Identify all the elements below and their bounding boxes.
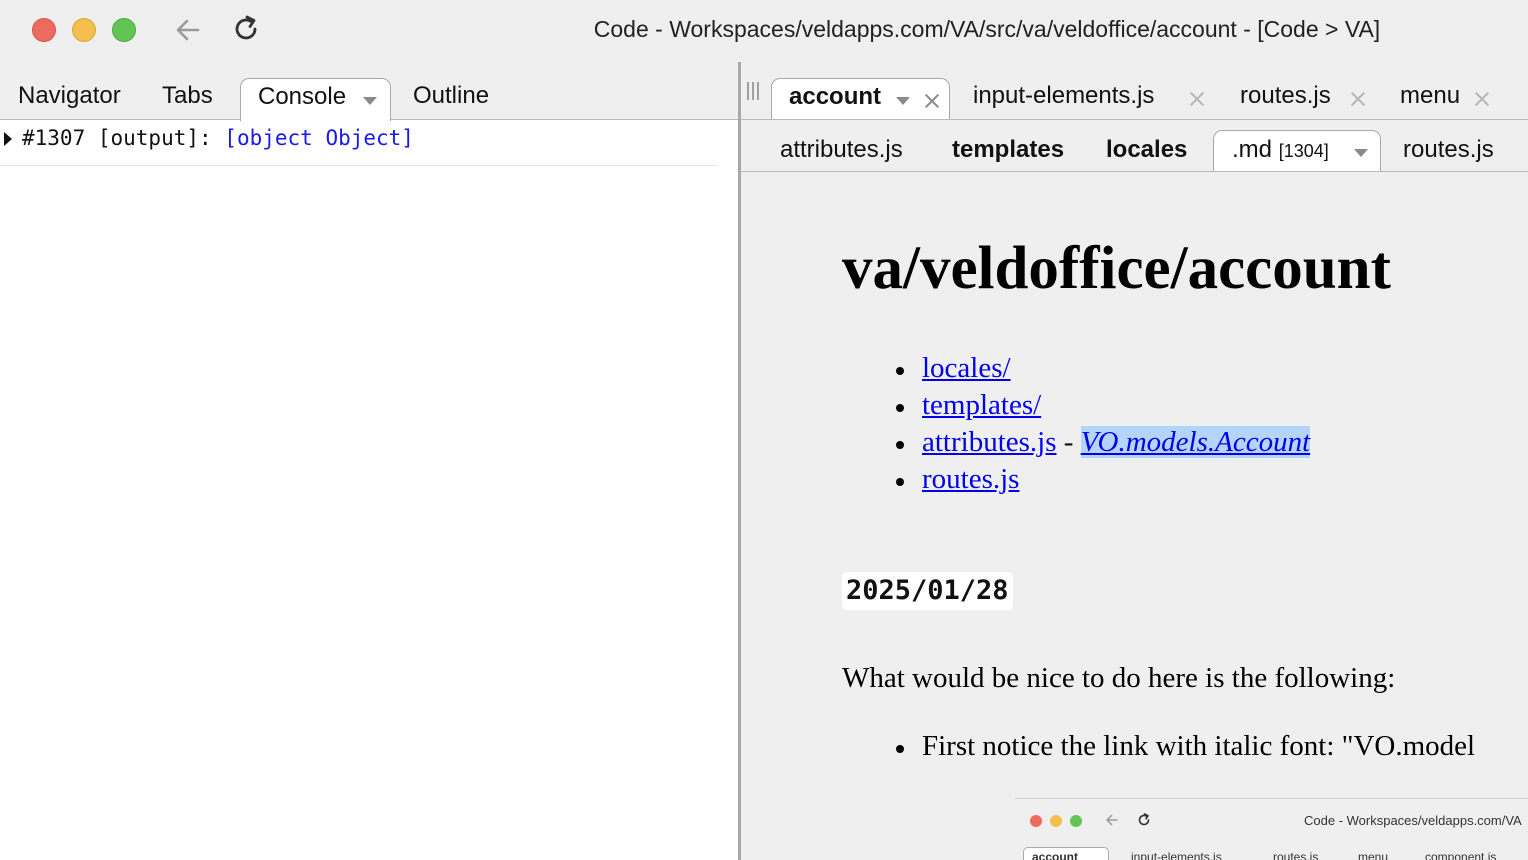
drag-grip-icon[interactable]: [747, 82, 761, 100]
date-heading: 2025/01/28: [842, 572, 1013, 610]
close-icon[interactable]: [924, 93, 940, 109]
thumbnail-tab: input-elements.js: [1131, 850, 1222, 860]
tab-outline[interactable]: Outline: [413, 82, 489, 110]
thumbnail-tab: menu: [1358, 850, 1389, 860]
console-output: #1307 [output]: [object Object]: [0, 121, 738, 860]
resource-tab-bar: attributes.js templates locales .md [130…: [741, 120, 1528, 172]
title-bar: Code - Workspaces/veldapps.com/VA/src/va…: [0, 0, 1528, 62]
link-separator: -: [1056, 426, 1081, 458]
thumbnail-green-dot: [1070, 815, 1082, 827]
console-entry-prefix: #1307 [output]:: [22, 126, 225, 150]
resource-tab-md[interactable]: .md [1304]: [1213, 130, 1381, 171]
thumbnail-title: Code - Workspaces/veldapps.com/VA: [1304, 813, 1522, 828]
link-vo-models-account[interactable]: VO.models.Account: [1080, 426, 1311, 458]
file-tab-menu[interactable]: menu: [1400, 82, 1460, 110]
list-item: locales/: [895, 352, 1310, 389]
link-templates[interactable]: templates/: [922, 389, 1041, 421]
tab-console-label: Console: [258, 83, 347, 110]
doc-paragraph: What would be nice to do here is the fol…: [842, 662, 1396, 694]
file-tab-routes[interactable]: routes.js: [1240, 82, 1331, 110]
doc-bullet: First notice the link with italic font: …: [895, 730, 1476, 762]
resource-tab-locales[interactable]: locales: [1106, 136, 1187, 164]
link-locales[interactable]: locales/: [922, 352, 1011, 384]
close-icon[interactable]: [1189, 91, 1205, 107]
close-icon[interactable]: [1350, 91, 1366, 107]
file-tab-input-elements[interactable]: input-elements.js: [973, 82, 1154, 110]
doc-link-list: locales/ templates/ attributes.js - VO.m…: [895, 352, 1311, 500]
reload-icon[interactable]: [230, 13, 262, 45]
list-item: templates/: [895, 389, 1310, 426]
markdown-preview: va/veldoffice/account locales/ templates…: [741, 172, 1528, 860]
back-arrow-icon[interactable]: [172, 14, 204, 46]
zoom-window-button[interactable]: [112, 18, 136, 42]
link-attributes[interactable]: attributes.js: [922, 426, 1057, 458]
file-tab-bar: account input-elements.js routes.js menu: [741, 62, 1528, 120]
file-tab-account-label: account: [789, 83, 882, 110]
back-arrow-icon: [1106, 814, 1118, 826]
resource-tab-attributes[interactable]: attributes.js: [780, 136, 903, 164]
thumbnail-red-dot: [1030, 815, 1042, 827]
close-icon[interactable]: [1474, 91, 1490, 107]
tab-navigator[interactable]: Navigator: [18, 82, 121, 110]
list-item: routes.js: [895, 463, 1310, 500]
chevron-down-icon[interactable]: [1354, 149, 1368, 157]
console-entry-value[interactable]: [object Object]: [224, 126, 414, 150]
doc-heading: va/veldoffice/account: [842, 235, 1391, 302]
thumbnail-yellow-dot: [1050, 815, 1062, 827]
link-routes[interactable]: routes.js: [922, 463, 1019, 495]
expand-triangle-icon[interactable]: [4, 132, 12, 146]
resource-tab-md-label: .md: [1232, 136, 1273, 163]
console-entry: #1307 [output]: [object Object]: [0, 121, 718, 166]
resource-tab-routes[interactable]: routes.js: [1403, 136, 1494, 164]
embedded-screenshot: Code - Workspaces/veldapps.com/VA accoun…: [1015, 798, 1528, 860]
resource-tab-md-count: [1304]: [1278, 141, 1329, 161]
close-window-button[interactable]: [32, 18, 56, 42]
window-title: Code - Workspaces/veldapps.com/VA/src/va…: [593, 16, 1381, 42]
chevron-down-icon[interactable]: [363, 97, 377, 105]
chevron-down-icon[interactable]: [896, 97, 910, 105]
left-tab-bar: Navigator Tabs Console Outline: [0, 62, 738, 121]
file-tab-account[interactable]: account: [771, 78, 950, 119]
tab-console[interactable]: Console: [240, 78, 391, 121]
minimize-window-button[interactable]: [72, 18, 96, 42]
resource-tab-templates[interactable]: templates: [952, 136, 1064, 164]
thumbnail-tab: account: [1032, 850, 1079, 860]
list-item: attributes.js - VO.models.Account: [895, 426, 1311, 463]
thumbnail-tab-bar: account input-elements.js routes.js menu…: [1015, 843, 1528, 860]
tab-tabs[interactable]: Tabs: [162, 82, 213, 110]
thumbnail-tab: component.js: [1425, 850, 1497, 860]
thumbnail-tab: routes.js: [1273, 850, 1319, 860]
reload-icon: [1138, 813, 1150, 826]
